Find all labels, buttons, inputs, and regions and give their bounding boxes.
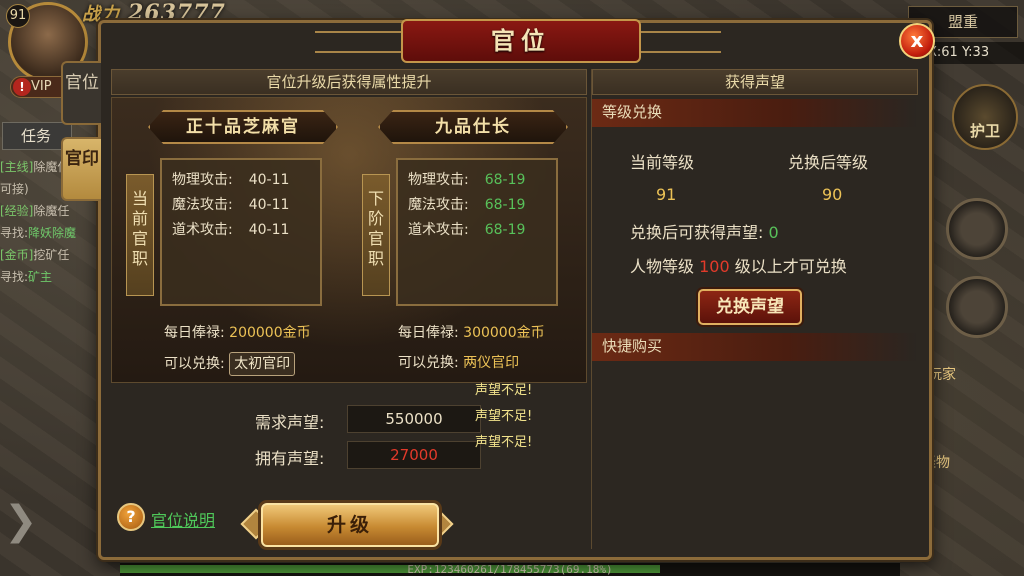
gain-reputation-text: 兑换后可获得声望: 0 bbox=[630, 223, 779, 242]
next-rank-attributes: 物理攻击: 68-19 魔法攻击: 68-19 道术攻击: 68-19 bbox=[396, 158, 558, 306]
required-reputation-label: 需求声望: bbox=[255, 413, 325, 432]
reputation-warning: 声望不足! bbox=[475, 435, 533, 450]
rank-upgrade-panel: 官位升级后获得属性提升 正十品芝麻官 当前官职 物理攻击: 40-11 魔法攻击:… bbox=[111, 69, 587, 549]
required-level-value: 100 bbox=[699, 257, 730, 276]
tab-official-seal[interactable]: 官印 bbox=[61, 137, 101, 201]
required-reputation-value: 550000 bbox=[347, 405, 481, 433]
gain-reputation-value: 0 bbox=[768, 223, 779, 242]
title-ornament-right bbox=[631, 31, 721, 53]
tab-official-rank[interactable]: 官位 bbox=[61, 61, 101, 125]
quest-line[interactable]: 寻找:矿主 bbox=[0, 266, 100, 288]
vip-label: VIP bbox=[31, 79, 52, 94]
guard-button[interactable]: 护卫 bbox=[952, 84, 1018, 150]
current-level-label: 当前等级 bbox=[630, 153, 695, 172]
quest-line[interactable]: 寻找:降妖除魔 bbox=[0, 222, 100, 244]
next-rank-banner: 九品仕长 bbox=[378, 110, 568, 144]
rank-help-link[interactable]: 官位说明 bbox=[151, 507, 215, 531]
attr-row: 道术攻击: 40-11 bbox=[172, 222, 290, 238]
after-level-value: 90 bbox=[822, 185, 843, 204]
attr-row: 物理攻击: 68-19 bbox=[408, 172, 526, 188]
next-rank-side-label: 下阶官职 bbox=[362, 174, 390, 296]
owned-reputation-label: 拥有声望: bbox=[255, 449, 325, 468]
reputation-section: 需求声望: 550000 拥有声望: 27000 声望不足! 声望不足! 声望不… bbox=[111, 383, 587, 549]
exchange-reputation-button[interactable]: 兑换声望 bbox=[698, 289, 802, 325]
level-exchange-section-title: 等级兑换 bbox=[592, 99, 916, 127]
close-button[interactable]: x bbox=[899, 23, 935, 59]
player-level-badge: 91 bbox=[6, 4, 30, 28]
reputation-warning: 声望不足! bbox=[475, 409, 533, 424]
official-rank-dialog: 官位 x 官位 官印 官位升级后获得属性提升 正十品芝麻官 当前官职 物理攻击:… bbox=[61, 19, 935, 560]
exp-bar: EXP:123460261/178455773(69.18%) bbox=[120, 562, 900, 576]
exp-text: EXP:123460261/178455773(69.18%) bbox=[407, 563, 613, 576]
skill-slot-1[interactable] bbox=[946, 198, 1008, 260]
attr-row: 道术攻击: 68-19 bbox=[408, 222, 526, 238]
current-rank-attributes: 物理攻击: 40-11 魔法攻击: 40-11 道术攻击: 40-11 bbox=[160, 158, 322, 306]
expand-arrow-icon[interactable]: ❯ bbox=[4, 496, 38, 546]
attr-row: 魔法攻击: 40-11 bbox=[172, 197, 290, 213]
dialog-title: 官位 bbox=[401, 19, 641, 63]
alert-icon: ! bbox=[13, 78, 31, 96]
quick-buy-section-title: 快捷购买 bbox=[592, 333, 916, 361]
owned-reputation-value: 27000 bbox=[347, 441, 481, 469]
rank-upgrade-header: 官位升级后获得属性提升 bbox=[111, 69, 587, 95]
help-icon[interactable]: ? bbox=[117, 503, 145, 531]
exchange-seal-chip[interactable]: 太初官印 bbox=[229, 352, 296, 376]
map-coordinates: X:61 Y:33 bbox=[928, 42, 1024, 64]
after-level-label: 兑换后等级 bbox=[788, 153, 869, 172]
title-ornament-left bbox=[315, 31, 405, 53]
current-exchange: 可以兑换: 太初官印 bbox=[164, 352, 296, 376]
guard-label: 护卫 bbox=[969, 122, 1000, 140]
get-reputation-header: 获得声望 bbox=[592, 69, 918, 95]
upgrade-button[interactable]: 升级 bbox=[261, 503, 439, 547]
current-level-value: 91 bbox=[656, 185, 677, 204]
quest-line[interactable]: [金币]挖矿任 bbox=[0, 244, 100, 266]
current-rank-side-label: 当前官职 bbox=[126, 174, 154, 296]
current-rank-banner: 正十品芝麻官 bbox=[148, 110, 338, 144]
player-filter-label[interactable]: 玩家 bbox=[928, 364, 956, 384]
rank-compare-area: 正十品芝麻官 当前官职 物理攻击: 40-11 魔法攻击: 40-11 道术攻击: 4… bbox=[111, 97, 587, 383]
attr-row: 物理攻击: 40-11 bbox=[172, 172, 290, 188]
next-salary: 每日俸禄: 300000金币 bbox=[398, 325, 545, 341]
quest-line[interactable]: [经验]除魔任 bbox=[0, 200, 100, 222]
reputation-warning: 声望不足! bbox=[475, 383, 533, 398]
current-salary: 每日俸禄: 200000金币 bbox=[164, 325, 311, 341]
level-requirement-text: 人物等级 100 级以上才可兑换 bbox=[630, 257, 847, 276]
attr-row: 魔法攻击: 68-19 bbox=[408, 197, 526, 213]
get-reputation-panel: 获得声望 等级兑换 当前等级 兑换后等级 91 90 兑换后可获得声望: 0 人… bbox=[591, 69, 918, 549]
next-exchange: 可以兑换: 两仪官印 bbox=[398, 355, 520, 371]
skill-slot-2[interactable] bbox=[946, 276, 1008, 338]
